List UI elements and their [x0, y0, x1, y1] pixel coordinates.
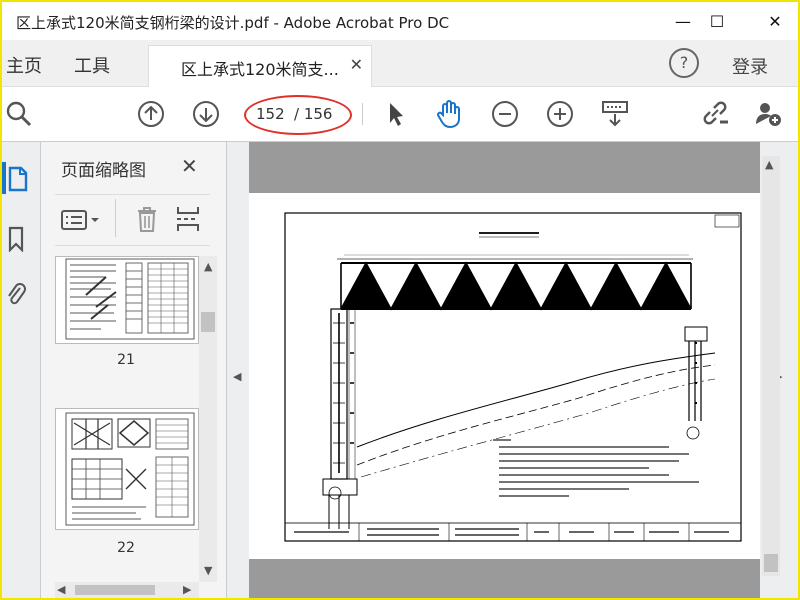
divider: [362, 103, 363, 125]
scroll-thumb[interactable]: [764, 554, 778, 572]
thumbnail-panel: 页面缩略图 ✕ 21 22 ▲ ▼ ◀ ▶: [41, 142, 227, 598]
app-window: 区上承式120米简支钢桁梁的设计.pdf - Adobe Acrobat Pro…: [0, 0, 800, 600]
page-up-icon[interactable]: [136, 99, 166, 129]
close-tab-button[interactable]: ✕: [350, 55, 363, 74]
trash-icon[interactable]: [135, 205, 159, 233]
panel-toolbar: [55, 194, 210, 246]
scroll-thumb[interactable]: [201, 312, 215, 332]
page-gap: [249, 559, 760, 598]
navigation-rail: [2, 142, 41, 598]
page-thumbnail[interactable]: [55, 256, 199, 344]
select-cursor-icon[interactable]: [380, 99, 410, 129]
attachment-icon[interactable]: [6, 280, 26, 308]
close-panel-button[interactable]: ✕: [181, 154, 198, 178]
window-title: 区上承式120米简支钢桁梁的设计.pdf - Adobe Acrobat Pro…: [16, 14, 450, 32]
scroll-down-arrow-icon[interactable]: ▼: [204, 564, 212, 577]
page-thumbnail[interactable]: [55, 408, 199, 530]
scroll-up-arrow-icon[interactable]: ▲: [204, 260, 212, 273]
left-margin: ◀: [227, 142, 249, 598]
add-user-icon[interactable]: [754, 99, 784, 129]
search-icon[interactable]: [4, 99, 34, 129]
pdf-page: [249, 193, 760, 559]
help-button[interactable]: ?: [669, 48, 699, 78]
options-menu-icon[interactable]: [61, 209, 103, 231]
scroll-right-arrow-icon[interactable]: ▶: [183, 583, 191, 596]
thumbnail-vertical-scrollbar[interactable]: ▲ ▼: [199, 256, 217, 582]
divider: [115, 199, 116, 237]
document-viewer[interactable]: ◀ ▲: [227, 142, 798, 598]
page-gap: [249, 142, 760, 193]
hand-icon[interactable]: [434, 99, 464, 129]
document-vertical-scrollbar[interactable]: ▲: [762, 156, 780, 576]
scroll-up-arrow-icon[interactable]: ▲: [765, 158, 773, 171]
tab-home[interactable]: 主页: [6, 52, 42, 78]
thumbnail-horizontal-scrollbar[interactable]: ◀ ▶: [55, 582, 199, 598]
maximize-button[interactable]: ☐: [694, 2, 740, 40]
login-button[interactable]: 登录: [732, 53, 768, 79]
close-window-button[interactable]: ✕: [752, 2, 798, 40]
collapse-panel-arrow-icon[interactable]: ◀: [233, 370, 241, 383]
highlight-ellipse: [244, 95, 352, 135]
scroll-left-arrow-icon[interactable]: ◀: [57, 583, 65, 596]
thumbnail-page-number: 21: [117, 352, 135, 368]
tab-tools[interactable]: 工具: [74, 52, 110, 78]
toolbar: 152 / 156: [2, 87, 798, 142]
zoom-in-icon[interactable]: [545, 99, 575, 129]
zoom-out-icon[interactable]: [490, 99, 520, 129]
thumbnail-drawing: [65, 412, 195, 526]
insert-page-icon[interactable]: [175, 205, 201, 233]
page-down-icon[interactable]: [191, 99, 221, 129]
thumbnail-drawing: [65, 258, 195, 340]
thumbnail-page-number: 22: [117, 540, 135, 556]
active-indicator: [2, 162, 6, 194]
link-icon[interactable]: [700, 99, 730, 129]
keyboard-icon[interactable]: [600, 99, 630, 129]
bridge-drawing: [284, 212, 742, 542]
title-bar: 区上承式120米简支钢桁梁的设计.pdf - Adobe Acrobat Pro…: [2, 2, 798, 40]
scroll-thumb[interactable]: [75, 585, 155, 595]
panel-title: 页面缩略图: [61, 161, 146, 181]
document-tab-label: 区上承式120米简支...: [181, 60, 339, 79]
page-thumbnails-icon[interactable]: [8, 166, 28, 192]
tab-document[interactable]: 区上承式120米简支... ✕: [148, 45, 372, 87]
tab-bar: 主页 工具 区上承式120米简支... ✕ ? 登录: [2, 40, 798, 87]
bookmark-icon[interactable]: [8, 226, 24, 252]
